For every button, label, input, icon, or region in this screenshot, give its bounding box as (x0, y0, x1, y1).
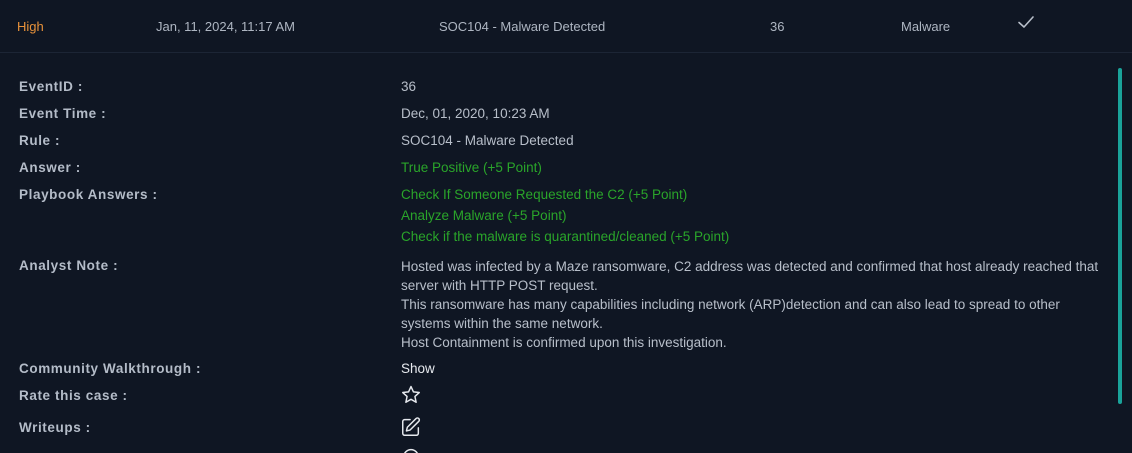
edit-icon[interactable] (400, 416, 422, 438)
rule-value: SOC104 - Malware Detected (401, 133, 574, 148)
writeups-label: Writeups : (19, 420, 91, 435)
alert-date: Jan, 11, 2024, 11:17 AM (156, 19, 296, 34)
star-icon[interactable] (400, 384, 422, 406)
answer-label: Answer : (19, 160, 81, 175)
alert-row[interactable]: High Jan, 11, 2024, 11:17 AM SOC104 - Ma… (0, 0, 1132, 53)
rate-case-label: Rate this case : (19, 388, 128, 403)
answer-value: True Positive (+5 Point) (401, 160, 542, 175)
case-detail-page: High Jan, 11, 2024, 11:17 AM SOC104 - Ma… (0, 0, 1132, 453)
alert-rule: SOC104 - Malware Detected (439, 19, 606, 34)
playbook-answer-item: Check if the malware is quarantined/clea… (401, 229, 730, 244)
playbook-answers-label: Playbook Answers : (19, 187, 158, 202)
check-icon (1017, 13, 1035, 31)
event-id-label: EventID : (19, 79, 83, 94)
alert-event-id: 36 (770, 19, 785, 34)
event-time-label: Event Time : (19, 106, 107, 121)
community-walkthrough-label: Community Walkthrough : (19, 361, 202, 376)
analyst-note-line: This ransomware has many capabilities in… (401, 297, 1060, 331)
playbook-answer-item: Analyze Malware (+5 Point) (401, 208, 567, 223)
event-time-value: Dec, 01, 2020, 10:23 AM (401, 106, 550, 121)
rule-label: Rule : (19, 133, 61, 148)
playbook-answer-item: Check If Someone Requested the C2 (+5 Po… (401, 187, 688, 202)
severity-badge: High (17, 19, 44, 34)
scrollbar[interactable] (1118, 68, 1122, 404)
event-id-value: 36 (401, 79, 417, 94)
analyst-note-text: Hosted was infected by a Maze ransomware… (401, 257, 1101, 352)
alert-type: Malware (901, 19, 951, 34)
analyst-note-line: Hosted was infected by a Maze ransomware… (401, 259, 1099, 293)
analyst-note-line: Host Containment is confirmed upon this … (401, 335, 727, 350)
show-walkthrough-link[interactable]: Show (401, 361, 435, 376)
analyst-note-label: Analyst Note : (19, 258, 119, 273)
link-icon[interactable] (400, 446, 422, 453)
